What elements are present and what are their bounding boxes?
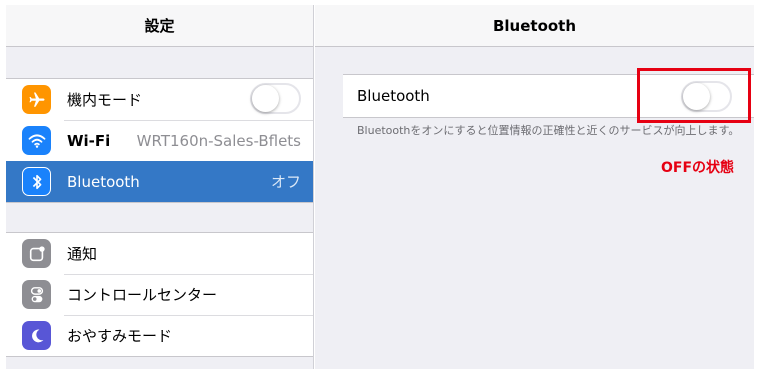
sidebar-item-airplane-mode[interactable]: 機内モード <box>6 79 313 120</box>
sidebar-item-bluetooth[interactable]: Bluetooth オフ <box>6 161 313 202</box>
wifi-icon <box>22 126 51 155</box>
sidebar-group-connectivity: 機内モード Wi-Fi WRT160n-Sales-Bflets Bluetoo… <box>6 78 313 203</box>
bluetooth-detail-pane: Bluetooth Bluetooth Bluetoothをオンにすると位置情報… <box>315 5 754 369</box>
bluetooth-footnote: Bluetoothをオンにすると位置情報の正確性と近くのサービスが向上します。 <box>357 124 740 137</box>
annotation-highlight-box <box>637 68 751 123</box>
bluetooth-row-label: Bluetooth <box>357 87 430 105</box>
sidebar-item-notifications[interactable]: 通知 <box>6 233 313 274</box>
moon-icon <box>22 321 51 350</box>
sidebar-group-system: 通知 コントロールセンター おやすみモード <box>6 232 313 357</box>
sidebar-title: 設定 <box>6 5 313 47</box>
sidebar-item-label: 機内モード <box>67 91 143 109</box>
sidebar-item-label: コントロールセンター <box>67 286 218 304</box>
wifi-network-name: WRT160n-Sales-Bflets <box>136 131 301 150</box>
bluetooth-icon <box>22 167 51 196</box>
sidebar-item-control-center[interactable]: コントロールセンター <box>6 274 313 315</box>
sidebar-item-label: Bluetooth <box>67 172 140 191</box>
toggle-knob <box>252 85 279 112</box>
control-center-icon <box>22 280 51 309</box>
sidebar-item-wifi[interactable]: Wi-Fi WRT160n-Sales-Bflets <box>6 120 313 161</box>
settings-screen: 設定 機内モード Wi-Fi WRT160n-Sales-Bflets Blue… <box>6 5 754 369</box>
sidebar-item-do-not-disturb[interactable]: おやすみモード <box>6 315 313 356</box>
airplane-icon <box>22 85 51 114</box>
annotation-label: OFFの状態 <box>661 160 735 176</box>
sidebar-item-label: 通知 <box>67 245 98 263</box>
bluetooth-status-value: オフ <box>270 173 301 191</box>
airplane-mode-toggle[interactable] <box>250 83 301 114</box>
sidebar-item-label: おやすみモード <box>67 327 173 345</box>
sidebar-item-label: Wi-Fi <box>67 131 111 150</box>
notification-icon <box>22 239 51 268</box>
settings-sidebar: 設定 機内モード Wi-Fi WRT160n-Sales-Bflets Blue… <box>6 5 314 369</box>
detail-title: Bluetooth <box>315 5 754 47</box>
